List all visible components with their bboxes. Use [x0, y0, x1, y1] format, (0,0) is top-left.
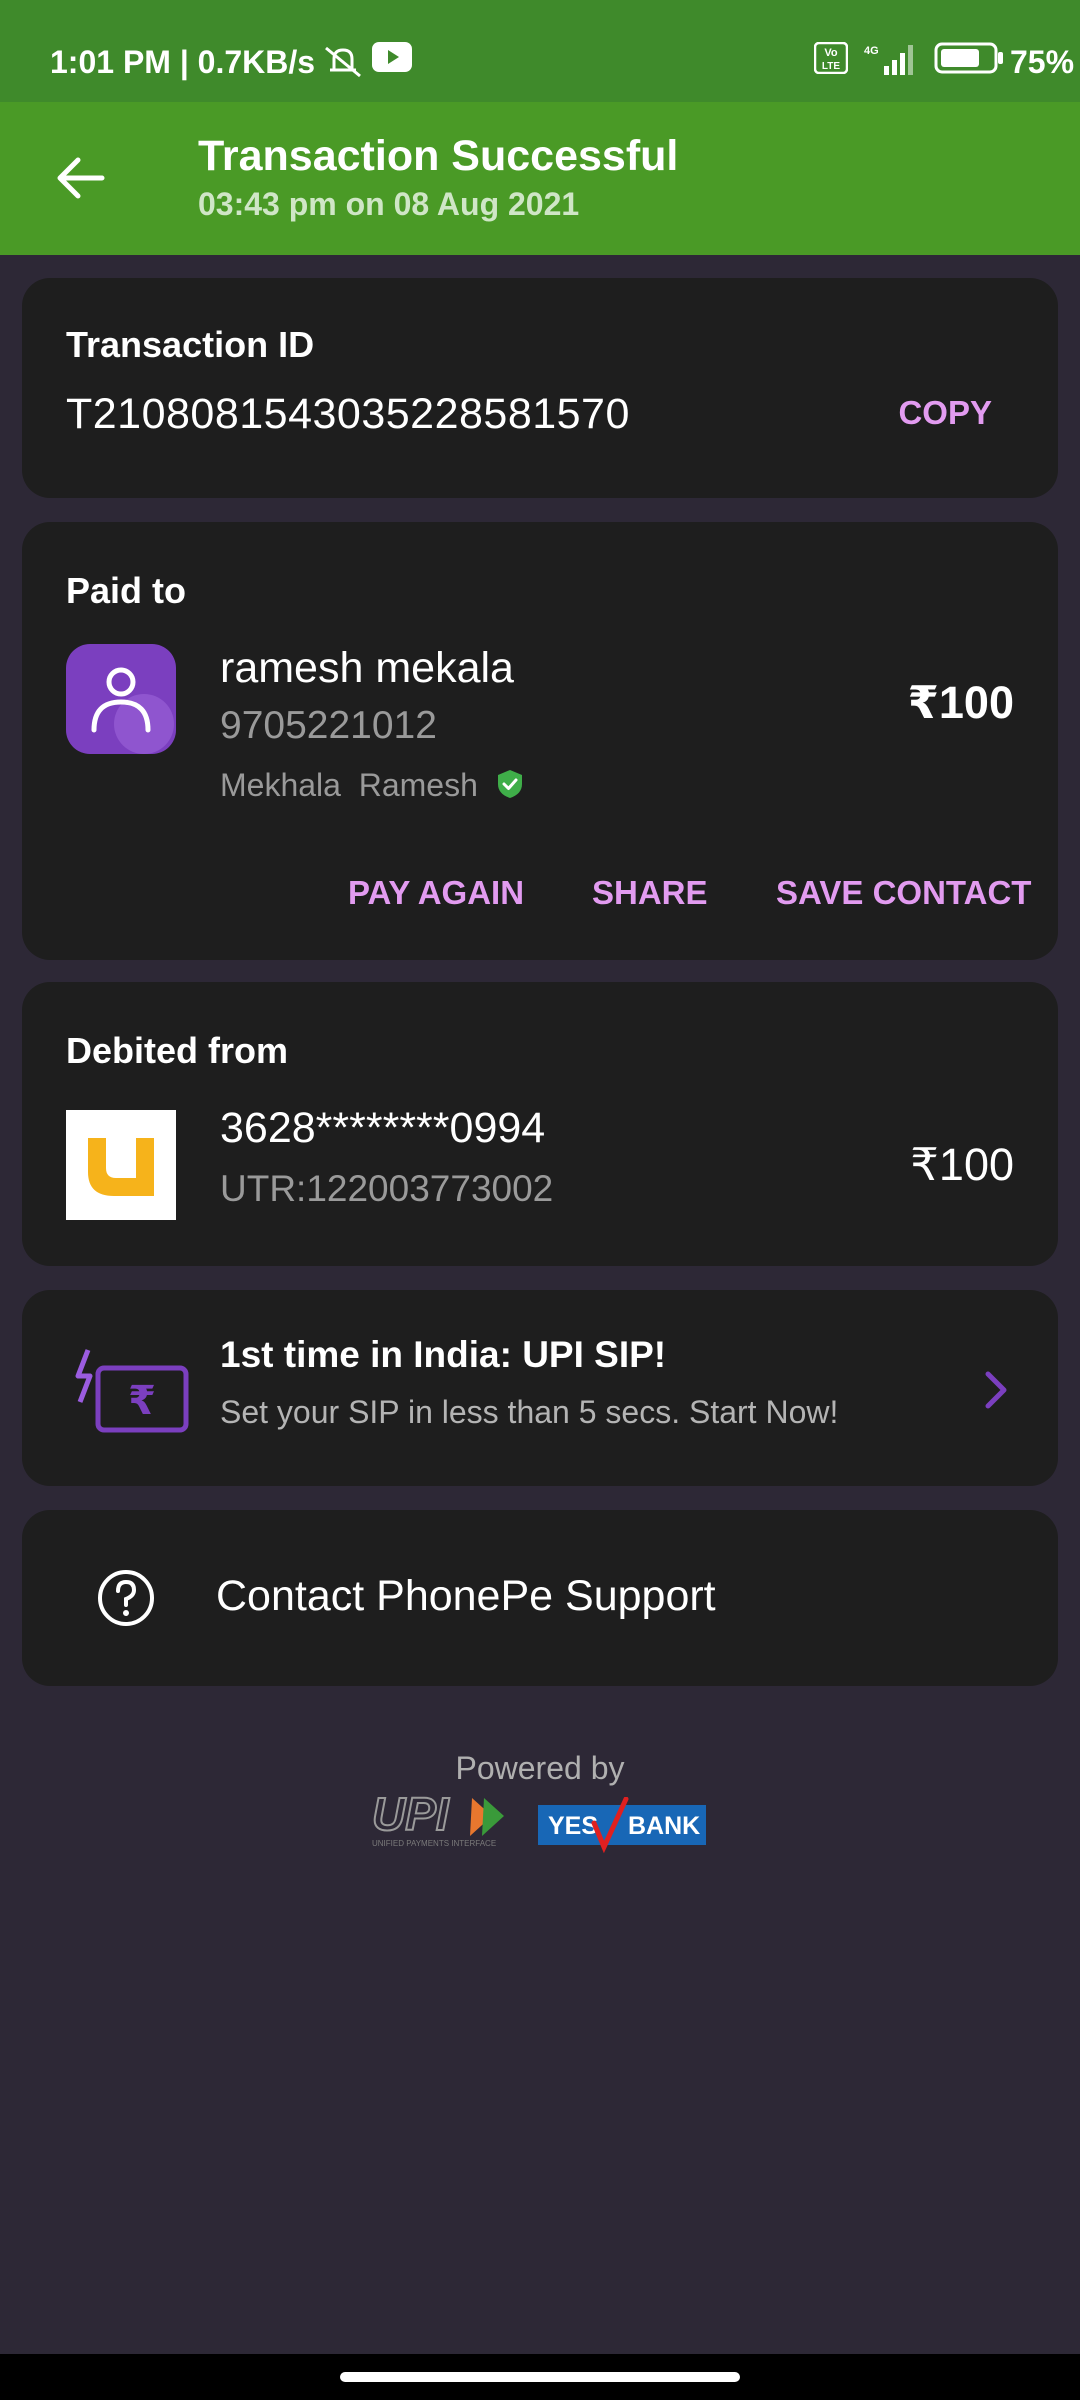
chevron-right-icon[interactable]: [982, 1370, 1010, 1410]
signal-icon: 4G: [864, 45, 913, 75]
avatar: [66, 644, 176, 754]
page-title: Transaction Successful: [198, 132, 679, 180]
verified-shield-icon: [497, 770, 522, 798]
volte-icon: Vo LTE: [814, 42, 848, 74]
debited-amount: ₹100: [910, 1139, 1014, 1190]
transaction-timestamp: 03:43 pm on 08 Aug 2021: [198, 186, 580, 222]
upi-sip-promo-card[interactable]: ₹ 1st time in India: UPI SIP! Set your S…: [22, 1290, 1058, 1486]
payee-bank-name: Mekhala Ramesh: [220, 767, 525, 804]
payee-bank-name-text: Mekhala Ramesh: [220, 767, 478, 803]
transaction-id-value: T2108081543035228581570: [66, 390, 630, 438]
upi-logo-text: UPI: [372, 1790, 450, 1840]
svg-text:₹: ₹: [128, 1378, 156, 1424]
account-number: 3628********0994: [220, 1104, 546, 1152]
back-arrow-icon[interactable]: [52, 150, 108, 206]
payee-name: ramesh mekala: [220, 644, 514, 692]
promo-subtitle: Set your SIP in less than 5 secs. Start …: [220, 1394, 839, 1430]
copy-button[interactable]: COPY: [898, 394, 992, 432]
gesture-nav-bar: [0, 2354, 1080, 2400]
paid-to-label: Paid to: [66, 570, 187, 611]
share-button[interactable]: SHARE: [592, 874, 708, 912]
status-time: 1:01 PM | 0.7KB/s: [50, 44, 316, 80]
payee-phone: 9705221012: [220, 704, 437, 747]
contact-support-card[interactable]: Contact PhonePe Support: [22, 1510, 1058, 1686]
battery-icon: [934, 42, 1003, 74]
pay-again-button[interactable]: PAY AGAIN: [348, 874, 524, 912]
transaction-id-card: Transaction ID T2108081543035228581570 C…: [22, 278, 1058, 498]
yes-bank-logo: YES BANK: [538, 1797, 706, 1853]
yes-bank-tick-icon: [591, 1797, 629, 1853]
promo-title: 1st time in India: UPI SIP!: [220, 1334, 667, 1375]
svg-text:LTE: LTE: [822, 61, 840, 72]
home-indicator[interactable]: [340, 2372, 740, 2382]
svg-text:Vo: Vo: [824, 47, 838, 59]
person-icon: [91, 667, 174, 754]
utr-number: UTR:122003773002: [220, 1168, 554, 1209]
bank-logo: [66, 1110, 176, 1220]
sip-rupee-card-icon: ₹: [75, 1349, 189, 1433]
debited-from-card: Debited from 3628********0994 UTR:122003…: [22, 982, 1058, 1266]
dnd-bell-icon: [325, 46, 361, 78]
contact-support-label: Contact PhonePe Support: [216, 1572, 716, 1620]
powered-by-label: Powered by: [455, 1750, 625, 1786]
app-bar: Transaction Successful 03:43 pm on 08 Au…: [0, 102, 1080, 255]
debited-from-label: Debited from: [66, 1030, 289, 1071]
paid-to-card: Paid to ramesh mekala 9705221012 Mekhala…: [22, 522, 1058, 960]
status-bar: 1:01 PM | 0.7KB/s Vo LTE 4G 75%: [0, 0, 1080, 102]
battery-percent: 75%: [1010, 44, 1075, 80]
upi-logo: UPI UNIFIED PAYMENTS INTERFACE: [372, 1790, 504, 1848]
network-type-label: 4G: [864, 45, 879, 57]
yes-bank-bank: BANK: [628, 1812, 701, 1840]
paid-amount: ₹100: [907, 677, 1014, 728]
help-question-icon: [98, 1570, 154, 1626]
upi-tagline: UNIFIED PAYMENTS INTERFACE: [372, 1839, 496, 1848]
pnb-logo-icon: [88, 1138, 154, 1196]
save-contact-button[interactable]: SAVE CONTACT: [776, 874, 1031, 912]
transaction-id-label: Transaction ID: [66, 324, 315, 365]
youtube-icon: [372, 42, 412, 72]
